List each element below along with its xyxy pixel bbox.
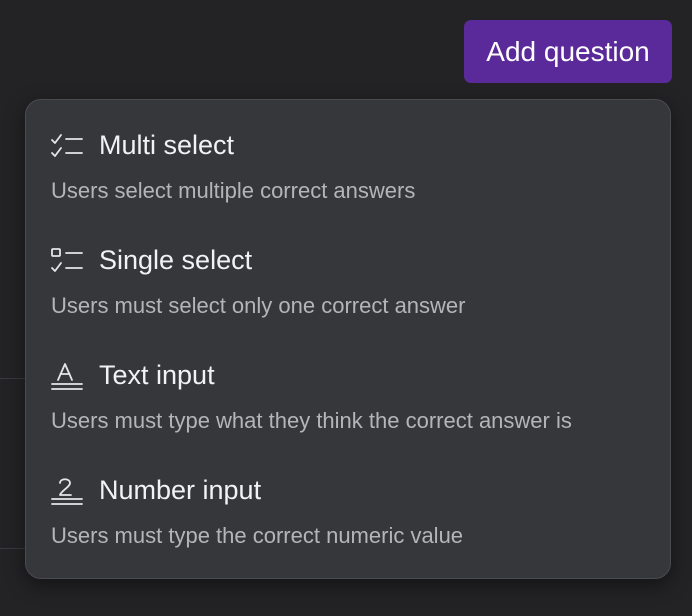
number-input-icon bbox=[51, 478, 83, 505]
menu-item-title: Text input bbox=[99, 360, 215, 390]
menu-item-number-input[interactable]: Number input Users must type the correct… bbox=[26, 445, 670, 557]
menu-item-multi-select[interactable]: Multi select Users select multiple corre… bbox=[26, 100, 670, 212]
menu-item-title: Multi select bbox=[99, 130, 235, 160]
question-type-menu: Multi select Users select multiple corre… bbox=[25, 99, 671, 579]
text-input-icon bbox=[51, 363, 83, 390]
menu-item-text-input[interactable]: Text input Users must type what they thi… bbox=[26, 330, 670, 442]
menu-item-title: Single select bbox=[99, 245, 253, 275]
menu-item-title: Number input bbox=[99, 475, 262, 505]
menu-item-description: Users must select only one correct answe… bbox=[51, 293, 466, 318]
add-question-button[interactable]: Add question bbox=[464, 20, 672, 83]
checklist-icon bbox=[51, 134, 83, 157]
menu-item-description: Users must type the correct numeric valu… bbox=[51, 523, 464, 548]
single-choice-list-icon bbox=[51, 248, 83, 272]
menu-item-description: Users must type what they think the corr… bbox=[51, 408, 572, 433]
page: Add question Multi select Users select m… bbox=[0, 0, 692, 616]
menu-item-description: Users select multiple correct answers bbox=[51, 178, 416, 203]
menu-item-single-select[interactable]: Single select Users must select only one… bbox=[26, 215, 670, 327]
